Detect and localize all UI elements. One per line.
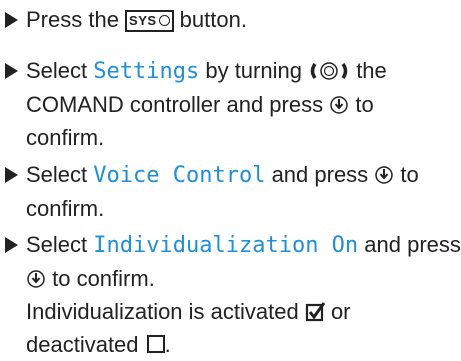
step-line: Select Voice Control and press to	[0, 158, 461, 192]
triangle-bullet-icon	[5, 63, 18, 79]
step-text: confirm.	[26, 196, 105, 221]
step-text: confirm.	[26, 125, 105, 150]
step-text: to	[349, 92, 374, 117]
triangle-bullet-icon	[5, 167, 18, 183]
step-text: and press	[265, 162, 375, 187]
sys-key-label: SYS	[129, 13, 157, 28]
press-controller-icon	[374, 162, 394, 187]
step-line: Select Individualization On and press	[0, 228, 461, 262]
step-text: Select	[26, 162, 94, 187]
menu-item-individualization-on: Individualization On	[93, 233, 359, 258]
step-line: Select Settings by turning the	[0, 54, 461, 88]
turn-controller-icon	[308, 58, 350, 83]
step-text: COMAND controller and press	[26, 92, 330, 117]
step-line: confirm.	[0, 192, 461, 225]
step-line: to confirm.	[0, 262, 461, 295]
checkbox-empty-icon	[146, 335, 165, 353]
step-text: Select	[26, 232, 94, 257]
triangle-bullet-icon	[5, 237, 18, 253]
instruction-step-4: Select Individualization On and press to…	[0, 228, 461, 361]
step-line: deactivated .	[0, 328, 461, 361]
step-text: and press	[358, 232, 461, 257]
instruction-step-1: Press the SYS button.	[0, 3, 461, 36]
step-text: button.	[173, 7, 247, 32]
instruction-step-2: Select Settings by turning the COMAND co…	[0, 54, 461, 154]
step-text: Press the	[26, 7, 126, 32]
step-text: the	[350, 58, 387, 83]
step-line: COMAND controller and press to	[0, 88, 461, 121]
step-text: Individualization is activated	[26, 299, 305, 324]
clock-icon	[158, 15, 170, 26]
instruction-step-3: Select Voice Control and press to confir…	[0, 158, 461, 225]
step-line: confirm.	[0, 121, 461, 154]
instruction-page: Press the SYS button. Select Settings by…	[0, 0, 461, 357]
step-text: to	[394, 162, 419, 187]
step-text: or	[324, 299, 351, 324]
step-text: Select	[26, 58, 94, 83]
menu-item-settings: Settings	[93, 59, 200, 84]
menu-item-voice-control: Voice Control	[93, 163, 266, 188]
step-line: Individualization is activated or	[0, 295, 461, 328]
step-text: by turning	[199, 58, 309, 83]
checkbox-checked-icon	[305, 299, 325, 324]
press-controller-icon	[26, 266, 46, 291]
step-line: Press the SYS button.	[0, 3, 461, 36]
press-controller-icon	[329, 92, 349, 117]
sys-button-key: SYS	[125, 10, 174, 32]
triangle-bullet-icon	[5, 12, 18, 28]
step-text: to confirm.	[46, 266, 155, 291]
step-text: .	[164, 332, 171, 357]
step-text: deactivated	[26, 332, 145, 357]
